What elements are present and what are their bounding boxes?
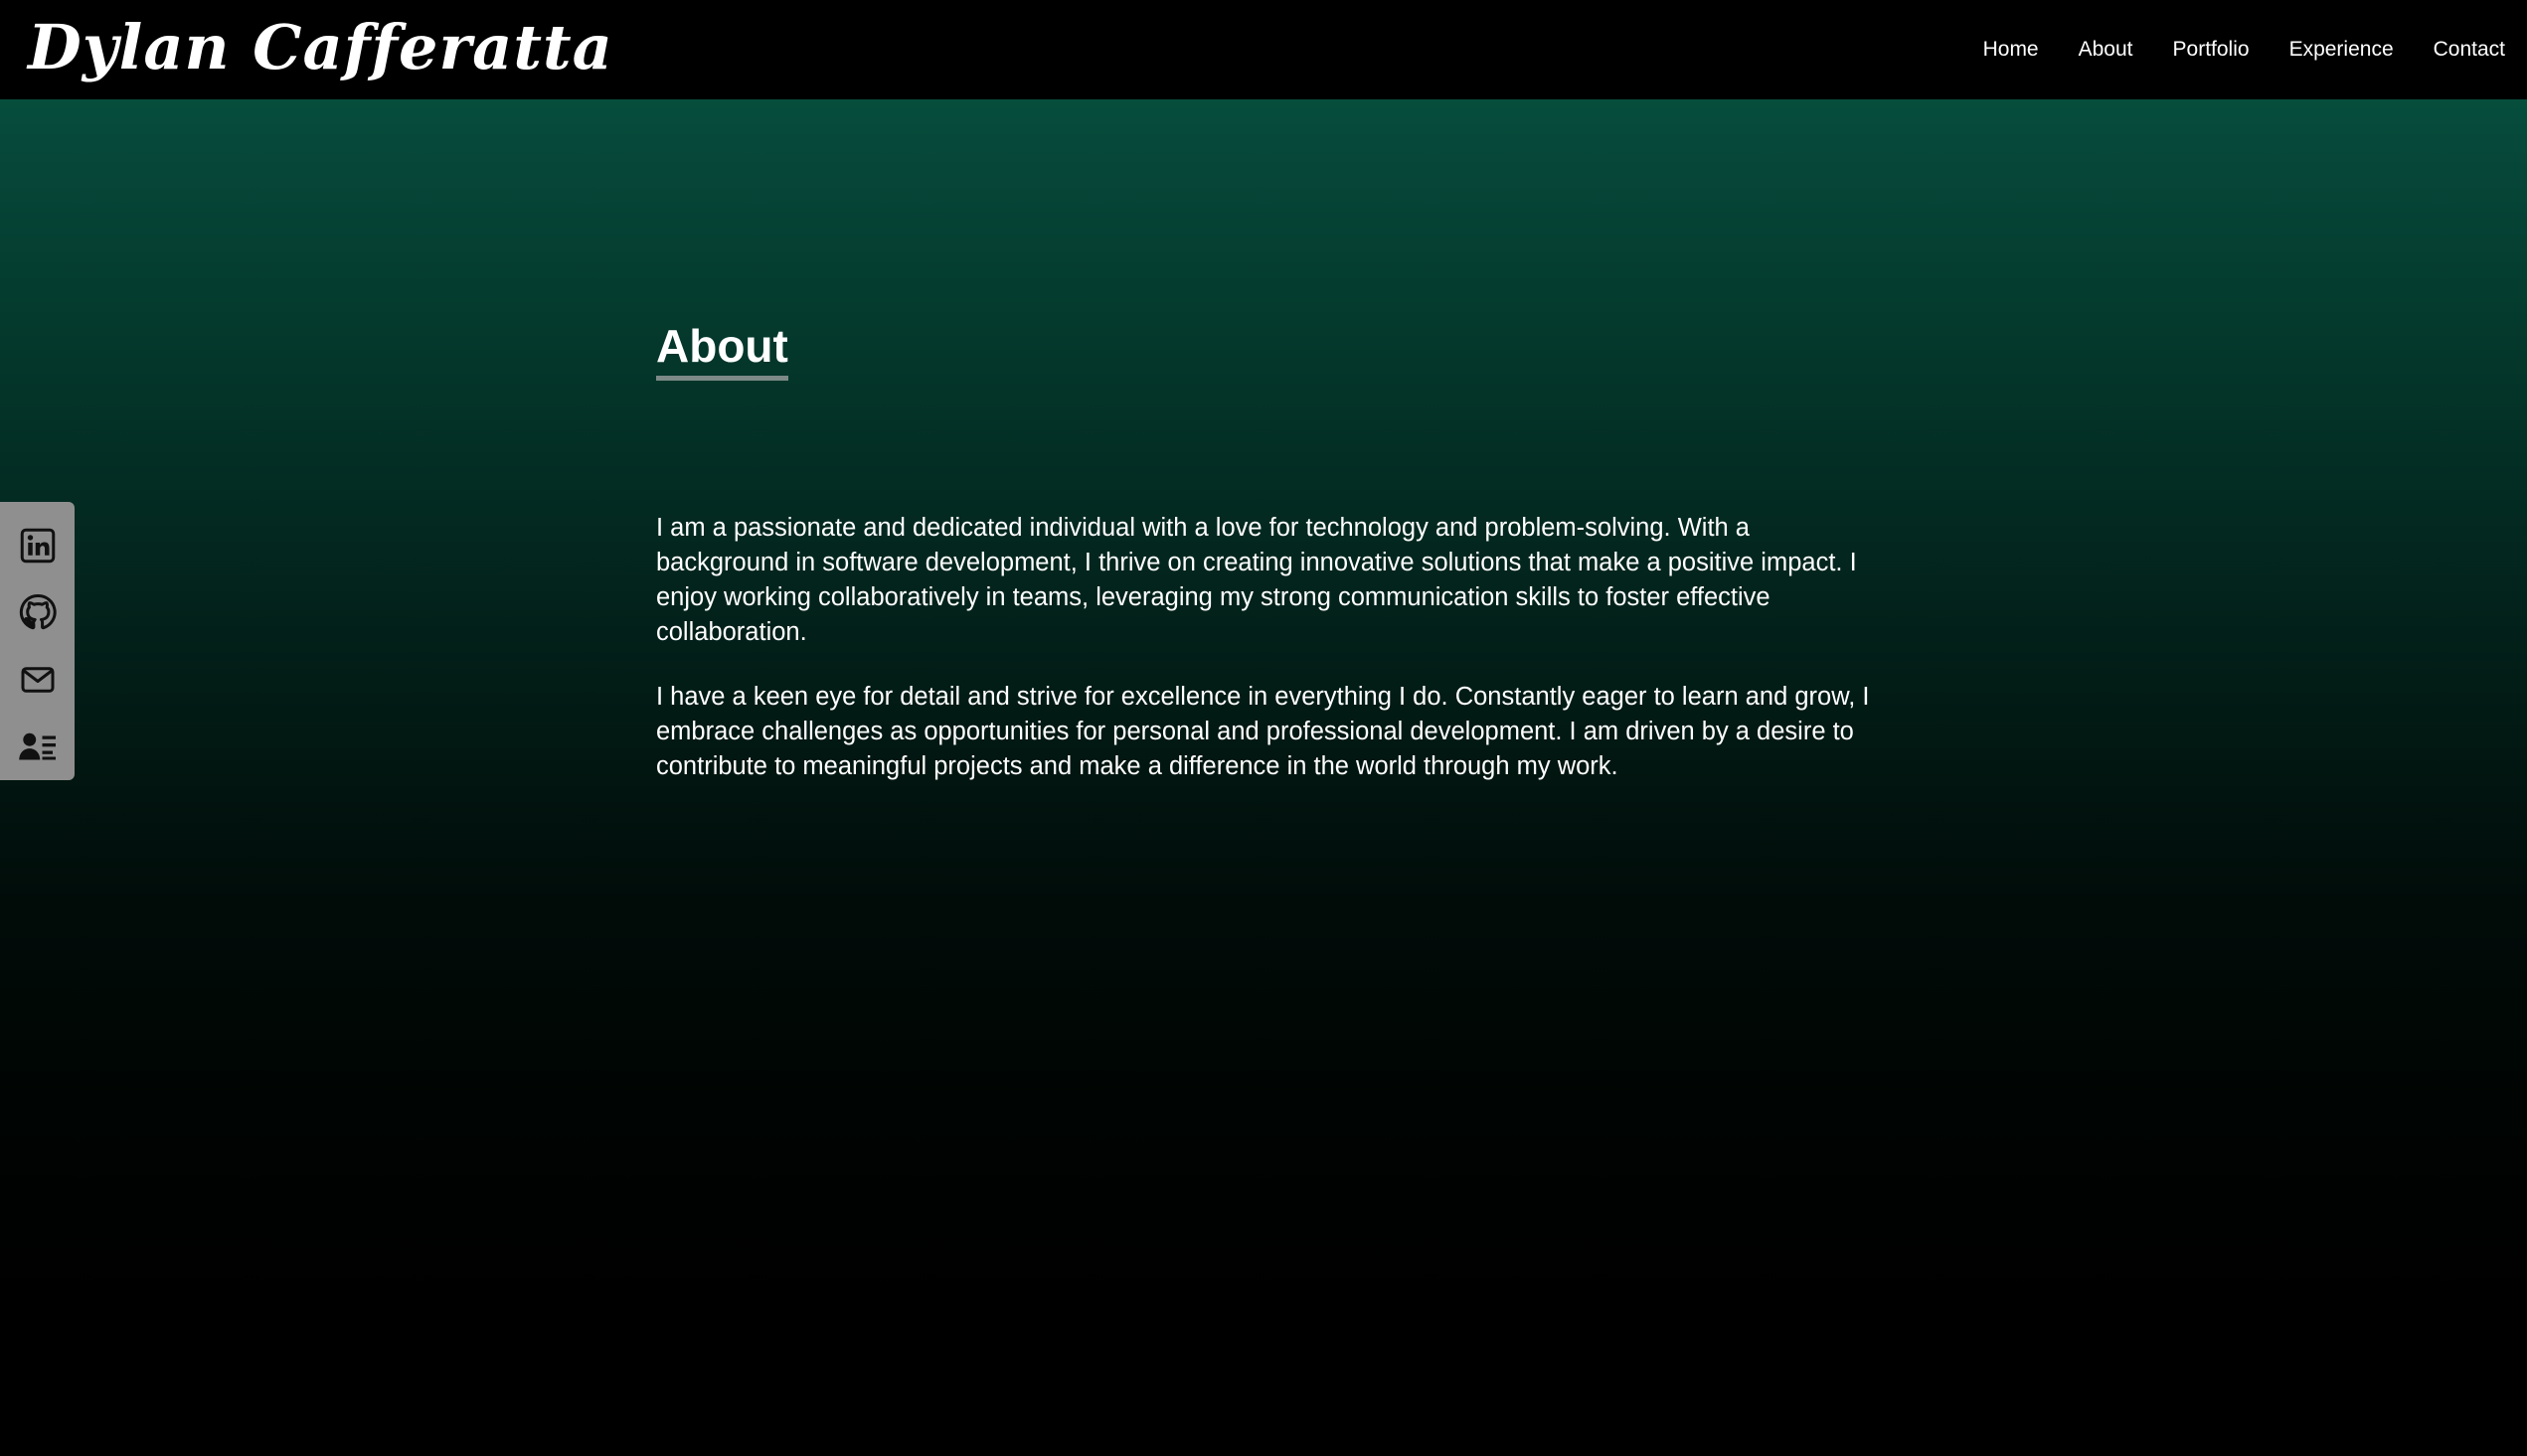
about-section: About I am a passionate and dedicated in… [656,316,1889,784]
nav-experience-link[interactable]: Experience [2289,38,2394,62]
nav-home-link[interactable]: Home [1983,38,2039,62]
linkedin-icon [20,528,55,563]
nav-about-link[interactable]: About [2079,38,2133,62]
mail-icon [21,667,54,693]
about-paragraph-2: I have a keen eye for detail and strive … [656,683,1870,780]
nav-portfolio-link[interactable]: Portfolio [2173,38,2250,62]
page-title: About [656,316,788,381]
nav-contact-link[interactable]: Contact [2434,38,2505,62]
github-icon [19,594,57,630]
site-logo[interactable]: Dylan Cafferatta [28,6,613,89]
email-link[interactable] [0,646,75,714]
main-nav: Home About Portfolio Experience Contact [1983,0,2505,99]
resume-icon [18,733,56,760]
about-paragraph-1: I am a passionate and dedicated individu… [656,514,1857,646]
linkedin-link[interactable] [0,512,75,579]
resume-link[interactable] [0,714,75,781]
page: Dylan Cafferatta Home About Portfolio Ex… [0,0,2527,1456]
github-link[interactable] [0,579,75,647]
top-navbar: Dylan Cafferatta Home About Portfolio Ex… [0,0,2527,99]
social-sidebar [0,502,75,780]
